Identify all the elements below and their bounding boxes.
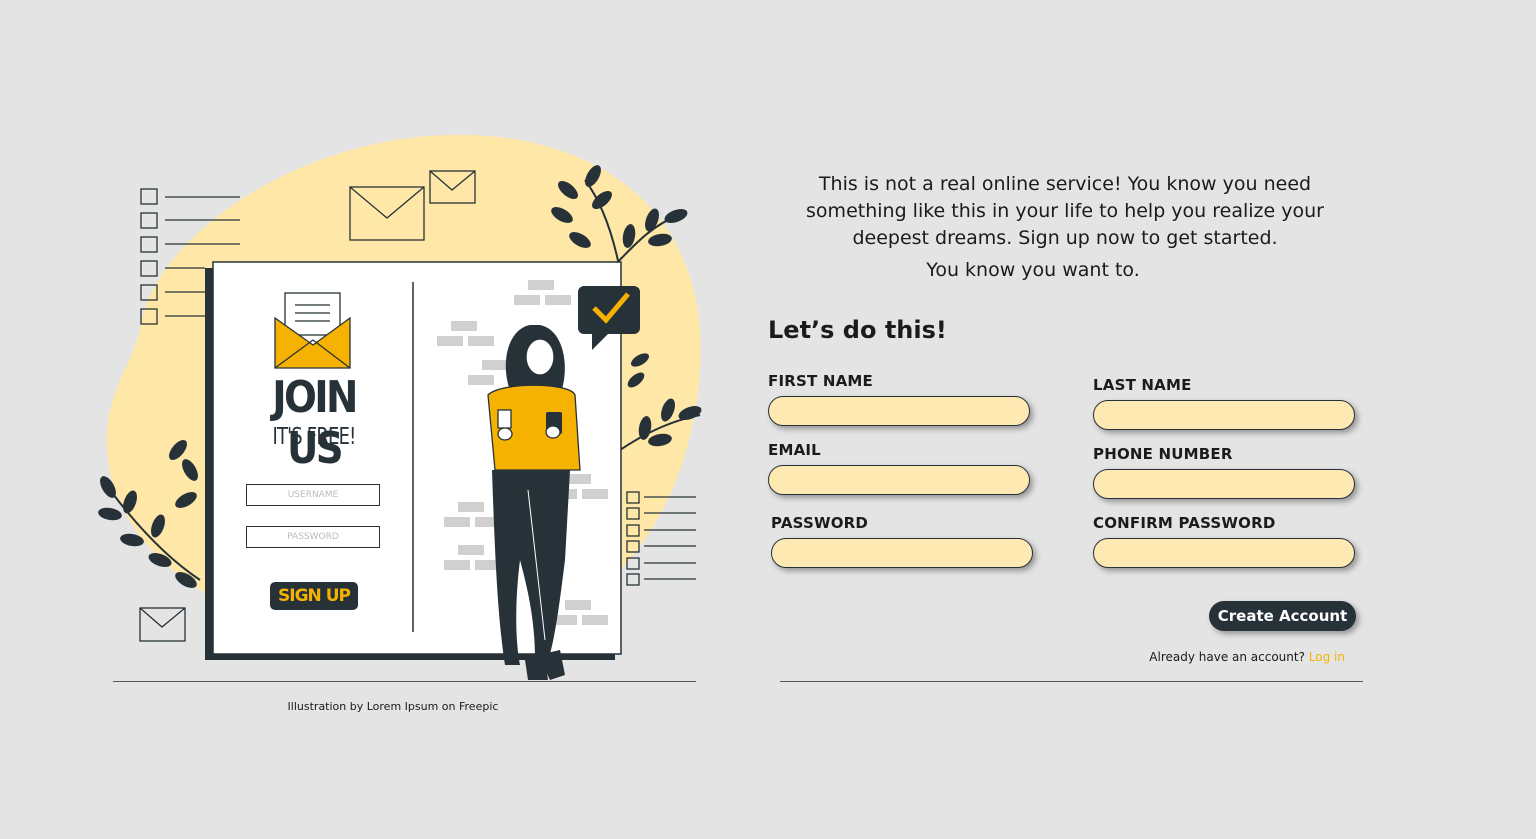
- signup-page: JOIN US IT'S FREE! USERNAME PASSWORD SIG…: [0, 0, 1536, 839]
- confirm-password-input[interactable]: [1093, 538, 1355, 568]
- last-name-input[interactable]: [1093, 400, 1355, 430]
- first-name-label: FIRST NAME: [768, 372, 873, 390]
- poster-subtitle: IT'S FREE!: [272, 424, 356, 450]
- email-input[interactable]: [768, 465, 1030, 495]
- create-account-button[interactable]: Create Account: [1209, 601, 1356, 631]
- intro-text: This is not a real online service! You k…: [806, 173, 1324, 249]
- last-name-label: LAST NAME: [1093, 376, 1192, 394]
- password-input[interactable]: [771, 538, 1033, 568]
- illustration-artwork: [98, 134, 702, 680]
- phone-label: PHONE NUMBER: [1093, 445, 1233, 463]
- confirm-password-label: CONFIRM PASSWORD: [1093, 514, 1276, 532]
- poster-signup-button: SIGN UP: [270, 582, 358, 610]
- illustration-divider: [113, 681, 696, 682]
- password-label: PASSWORD: [771, 514, 869, 532]
- form-heading: Let’s do this!: [768, 316, 947, 344]
- poster-title: JOIN US: [272, 372, 358, 474]
- email-label: EMAIL: [768, 441, 821, 459]
- signup-illustration: JOIN US IT'S FREE! USERNAME PASSWORD SIG…: [96, 130, 716, 690]
- login-link[interactable]: Log in: [1309, 650, 1345, 664]
- login-prompt: Already have an account?: [1149, 650, 1305, 664]
- poster-password-field: PASSWORD: [246, 526, 380, 548]
- first-name-input[interactable]: [768, 396, 1030, 426]
- poster-username-field: USERNAME: [246, 484, 380, 506]
- illustration-credit: Illustration by Lorem Ipsum on Freepic: [287, 700, 499, 713]
- intro-text-2: You know you want to.: [926, 259, 1140, 281]
- form-divider: [780, 681, 1363, 682]
- phone-input[interactable]: [1093, 469, 1355, 499]
- login-prompt-line: Already have an account? Log in: [1100, 650, 1345, 664]
